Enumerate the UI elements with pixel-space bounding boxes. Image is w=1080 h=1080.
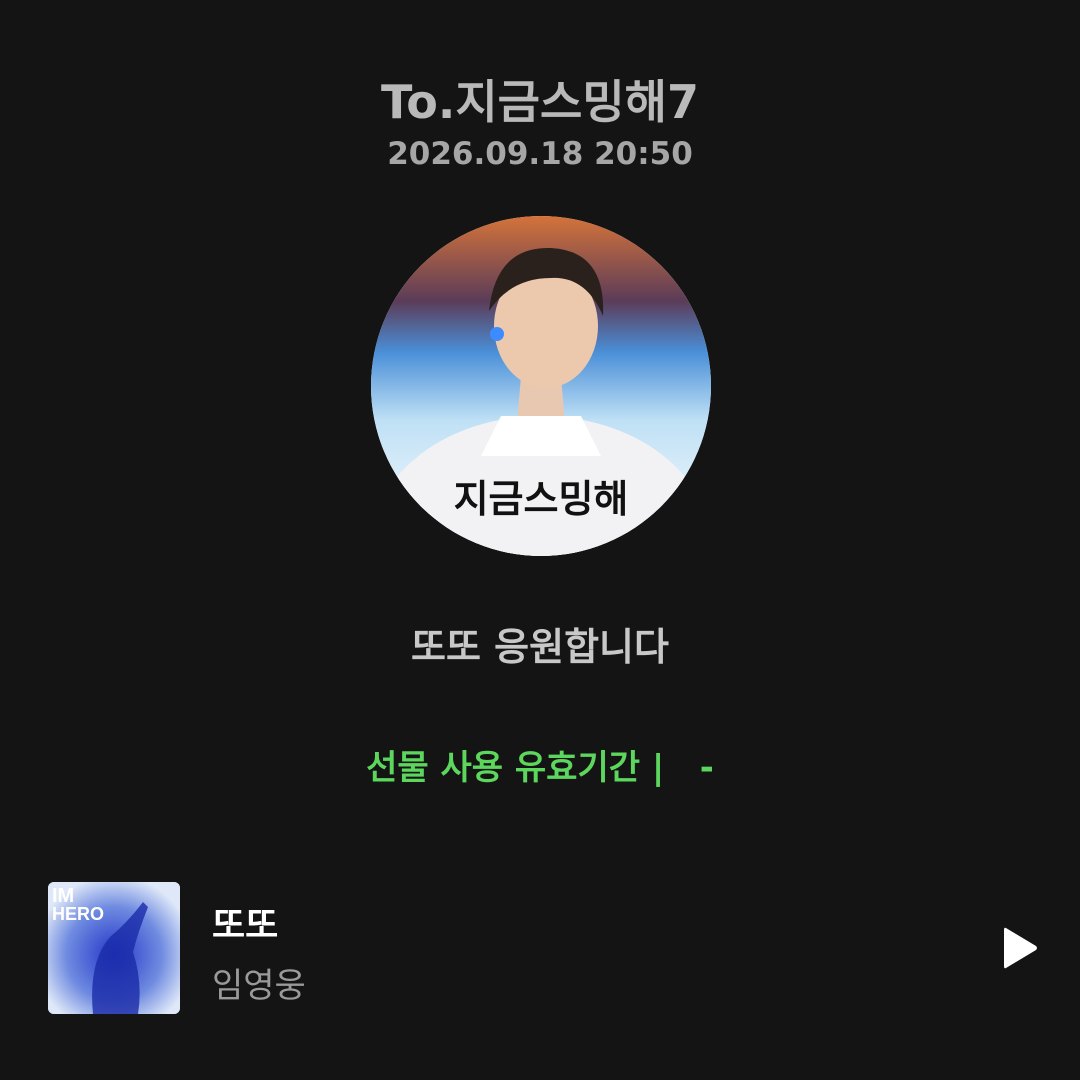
track-title: 또또: [212, 905, 279, 946]
play-icon: [1004, 927, 1037, 969]
profile-avatar: 지금스밍해: [371, 216, 711, 556]
recipient-title: To.지금스밍해7: [381, 75, 699, 129]
track-item[interactable]: IM HERO 또또 임영웅: [48, 880, 1048, 1014]
gift-expiry: 선물 사용 유효기간 | -: [366, 748, 714, 788]
sent-timestamp: 2026.09.18 20:50: [387, 136, 693, 172]
album-cover: IM HERO: [48, 882, 180, 1014]
play-button[interactable]: [1000, 924, 1040, 972]
track-artist: 임영웅: [212, 966, 306, 1006]
gift-message: 또또 응원합니다: [411, 625, 669, 669]
album-title-bottom: HERO: [52, 904, 104, 924]
avatar-caption: 지금스밍해: [453, 477, 629, 521]
